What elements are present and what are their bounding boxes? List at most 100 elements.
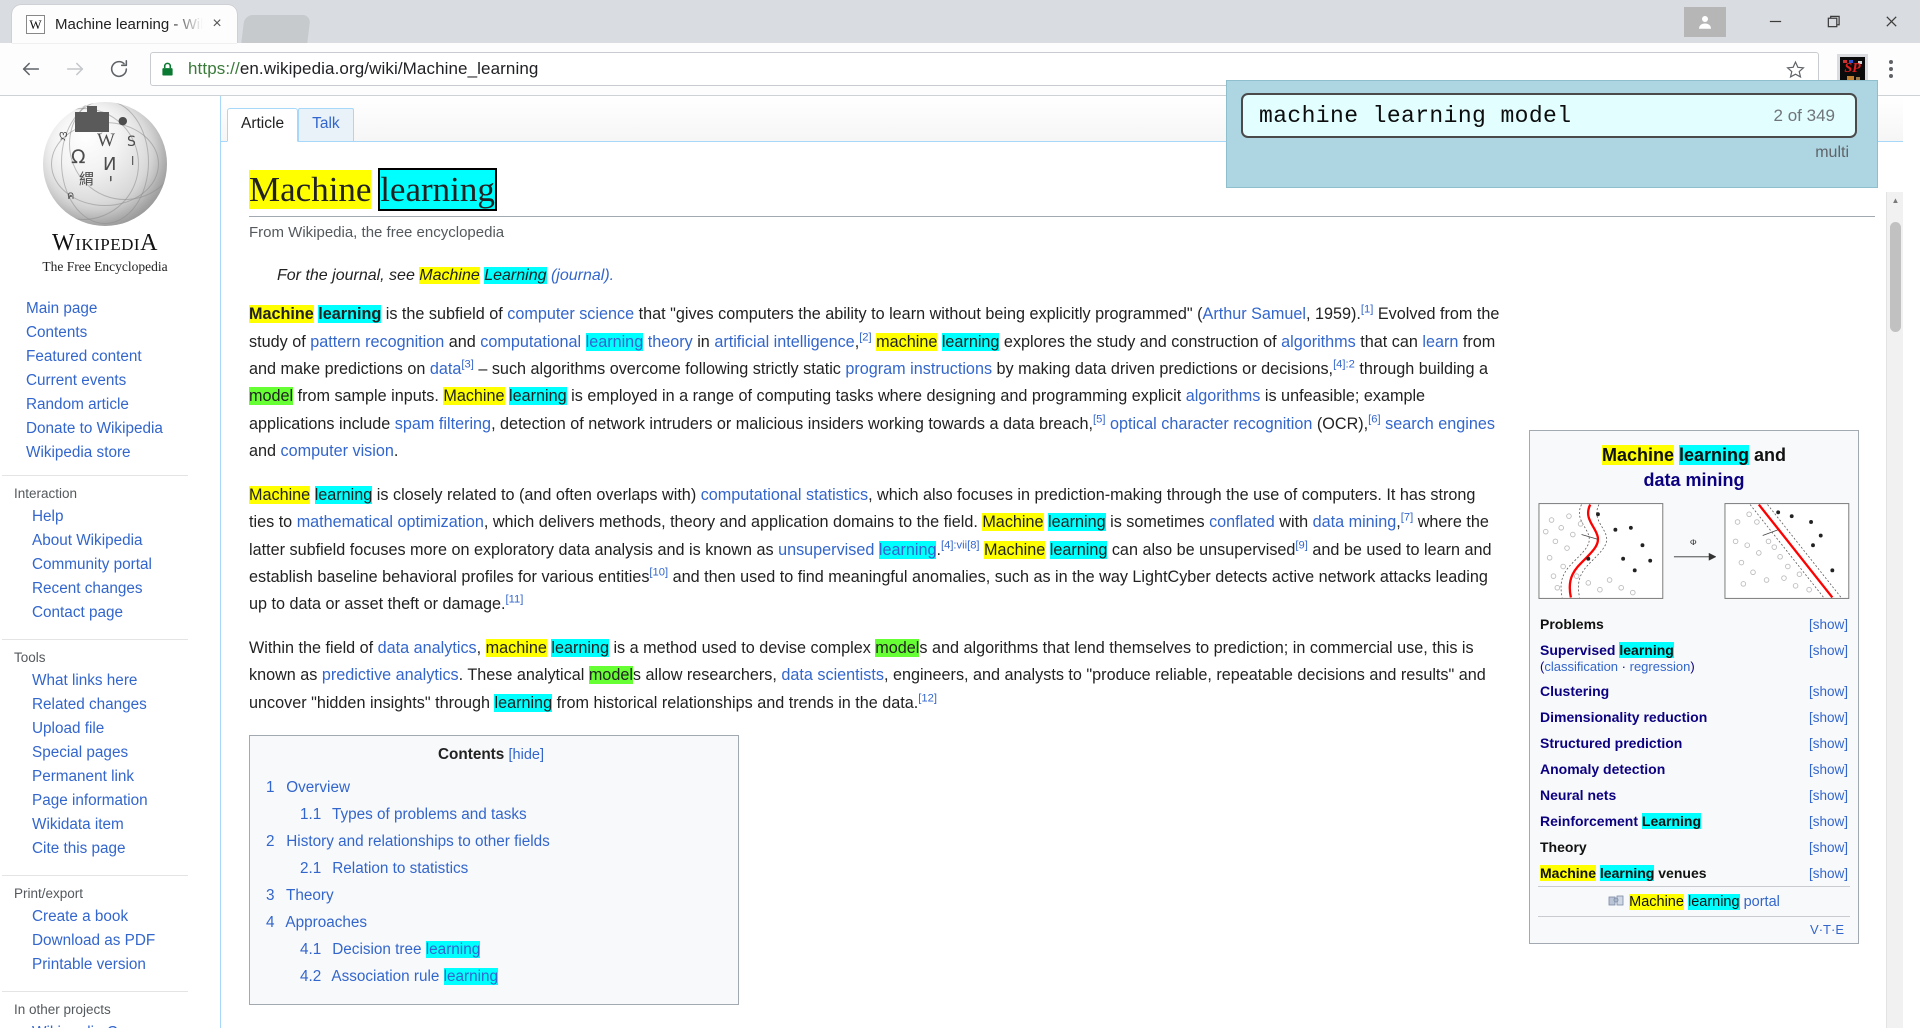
- link-conflated[interactable]: conflated: [1209, 513, 1275, 531]
- sidebar-item-printable-version[interactable]: Printable version: [14, 953, 220, 977]
- infobox-portal-link[interactable]: Machine learning portal: [1538, 886, 1850, 916]
- link-pattern-recognition[interactable]: pattern recognition: [310, 333, 444, 351]
- ref-11[interactable]: [11]: [505, 594, 523, 606]
- link-data-scientists[interactable]: data scientists: [781, 666, 884, 684]
- sidebar-item-what-links-here[interactable]: What links here: [14, 669, 220, 693]
- sidebar-item-special-pages[interactable]: Special pages: [14, 741, 220, 765]
- infobox-row-structured-prediction[interactable]: Structured prediction [show]: [1538, 730, 1850, 756]
- link-computational-statistics[interactable]: computational statistics: [701, 486, 868, 504]
- ref-2[interactable]: [2]: [859, 331, 871, 343]
- ref-10[interactable]: [10]: [649, 567, 668, 579]
- toc-entry[interactable]: 4.2 Association rule learning: [266, 963, 716, 990]
- link-data-analytics[interactable]: data analytics: [378, 639, 477, 657]
- sidebar-item-about-wikipedia[interactable]: About Wikipedia: [14, 529, 220, 553]
- sidebar-item-create-a-book[interactable]: Create a book: [14, 905, 220, 929]
- infobox-row-dimensionality-reduction[interactable]: Dimensionality reduction [show]: [1538, 704, 1850, 730]
- infobox-row-ml-venues[interactable]: Machine learning venues [show]: [1538, 860, 1850, 886]
- toc-entry[interactable]: 1.1 Types of problems and tasks: [266, 801, 716, 828]
- link-algorithms[interactable]: algorithms: [1281, 333, 1356, 351]
- link-search-engines[interactable]: search engines: [1385, 415, 1495, 433]
- tab-talk[interactable]: Talk: [298, 108, 354, 141]
- link-computer-vision[interactable]: computer vision: [281, 442, 394, 460]
- sidebar-item-wikipedia-store[interactable]: Wikipedia store: [26, 441, 220, 465]
- scroll-up-arrow-icon[interactable]: ▲: [1887, 192, 1903, 209]
- ref-12[interactable]: [12]: [918, 692, 937, 704]
- toc-entry[interactable]: 4 Approaches: [266, 909, 716, 936]
- link-data-mining[interactable]: data mining: [1313, 513, 1397, 531]
- link-computational-learning-theory-a[interactable]: computational: [480, 333, 585, 351]
- bookmark-star-icon[interactable]: [1782, 60, 1808, 79]
- infobox-show-toggle[interactable]: [show]: [1809, 617, 1848, 632]
- sidebar-item-cite-this-page[interactable]: Cite this page: [14, 837, 220, 861]
- sidebar-item-recent-changes[interactable]: Recent changes: [14, 577, 220, 601]
- link-spam-filtering[interactable]: spam filtering: [395, 415, 491, 433]
- browser-tab[interactable]: W Machine learning - Wikip ×: [12, 5, 237, 43]
- sidebar-item-current-events[interactable]: Current events: [26, 369, 220, 393]
- tab-article[interactable]: Article: [227, 108, 299, 142]
- ref-7[interactable]: [7]: [1401, 512, 1413, 524]
- sidebar-item-wikidata-item[interactable]: Wikidata item: [14, 813, 220, 837]
- link-regression[interactable]: regression: [1630, 659, 1691, 674]
- ref-3[interactable]: [3]: [461, 359, 473, 371]
- infobox-figure[interactable]: Φ: [1538, 499, 1850, 611]
- profile-avatar-icon[interactable]: [1684, 6, 1726, 37]
- link-predictive-analytics[interactable]: predictive analytics: [322, 666, 459, 684]
- sidebar-item-community-portal[interactable]: Community portal: [14, 553, 220, 577]
- link-mathematical-optimization[interactable]: mathematical optimization: [297, 513, 484, 531]
- link-unsupervised-learning-hl[interactable]: learning: [878, 540, 937, 559]
- link-unsupervised-learning-a[interactable]: unsupervised: [778, 541, 879, 559]
- close-tab-icon[interactable]: ×: [207, 14, 227, 34]
- link-data[interactable]: data: [430, 360, 462, 378]
- find-query-input[interactable]: machine learning model: [1259, 103, 1774, 129]
- infobox-row-anomaly-detection[interactable]: Anomaly detection [show]: [1538, 756, 1850, 782]
- infobox-row-clustering[interactable]: Clustering [show]: [1538, 678, 1850, 704]
- infobox-vte-links[interactable]: V·T·E: [1538, 916, 1850, 939]
- link-computational-learning-theory-hl[interactable]: learning: [585, 332, 644, 351]
- link-classification[interactable]: classification: [1544, 659, 1618, 674]
- infobox-title-data-mining[interactable]: data mining: [1643, 470, 1744, 490]
- minimize-button[interactable]: [1746, 0, 1804, 43]
- forward-icon[interactable]: [56, 50, 94, 88]
- infobox-show-toggle[interactable]: [show]: [1809, 643, 1848, 658]
- infobox-show-toggle[interactable]: [show]: [1809, 736, 1848, 751]
- infobox-show-toggle[interactable]: [show]: [1809, 788, 1848, 803]
- link-computer-science[interactable]: computer science: [507, 305, 634, 323]
- reload-icon[interactable]: [100, 50, 138, 88]
- sidebar-item-random-article[interactable]: Random article: [26, 393, 220, 417]
- sidebar-item-contact-page[interactable]: Contact page: [14, 601, 220, 625]
- infobox-row-theory[interactable]: Theory [show]: [1538, 834, 1850, 860]
- wikipedia-logo[interactable]: W Ω И 緭 י S ् ღ ا ค ● WIKIPEDIA The Free…: [0, 96, 200, 275]
- infobox-show-toggle[interactable]: [show]: [1809, 684, 1848, 699]
- infobox-show-toggle[interactable]: [show]: [1809, 866, 1848, 881]
- toc-entry[interactable]: 2.1 Relation to statistics: [266, 855, 716, 882]
- infobox-show-toggle[interactable]: [show]: [1809, 840, 1848, 855]
- sidebar-item-main-page[interactable]: Main page: [26, 297, 220, 321]
- infobox-row-reinforcement-learning[interactable]: Reinforcement Learning [show]: [1538, 808, 1850, 834]
- sidebar-item-permanent-link[interactable]: Permanent link: [14, 765, 220, 789]
- sidebar-item-download-as-pdf[interactable]: Download as PDF: [14, 929, 220, 953]
- link-learn[interactable]: learn: [1422, 333, 1458, 351]
- infobox-show-toggle[interactable]: [show]: [1809, 710, 1848, 725]
- sidebar-item-donate[interactable]: Donate to Wikipedia: [26, 417, 220, 441]
- toc-entry[interactable]: 2 History and relationships to other fie…: [266, 828, 716, 855]
- link-computational-learning-theory-b[interactable]: theory: [643, 333, 693, 351]
- toc-hide-toggle[interactable]: [hide]: [509, 747, 544, 763]
- toc-entry[interactable]: 1 Overview: [266, 774, 716, 801]
- sidebar-item-contents[interactable]: Contents: [26, 321, 220, 345]
- sidebar-item-page-information[interactable]: Page information: [14, 789, 220, 813]
- link-program-instructions[interactable]: program instructions: [845, 360, 992, 378]
- maximize-button[interactable]: [1804, 0, 1862, 43]
- ref-4[interactable]: [4]:2: [1333, 359, 1355, 371]
- toc-entry[interactable]: 3 Theory: [266, 882, 716, 909]
- toc-entry[interactable]: 4.1 Decision tree learning: [266, 936, 716, 963]
- scrollbar-thumb[interactable]: [1890, 222, 1901, 332]
- sidebar-item-upload-file[interactable]: Upload file: [14, 717, 220, 741]
- infobox-row-neural-nets[interactable]: Neural nets [show]: [1538, 782, 1850, 808]
- ref-5[interactable]: [5]: [1093, 413, 1105, 425]
- find-input-wrapper[interactable]: machine learning model 2 of 349: [1241, 93, 1857, 138]
- link-artificial-intelligence[interactable]: artificial intelligence: [714, 333, 854, 351]
- sidebar-item-related-changes[interactable]: Related changes: [14, 693, 220, 717]
- infobox-row-problems[interactable]: Problems [show]: [1538, 611, 1850, 637]
- sidebar-item-help[interactable]: Help: [14, 505, 220, 529]
- page-scrollbar[interactable]: ▲ ▼: [1886, 192, 1903, 1028]
